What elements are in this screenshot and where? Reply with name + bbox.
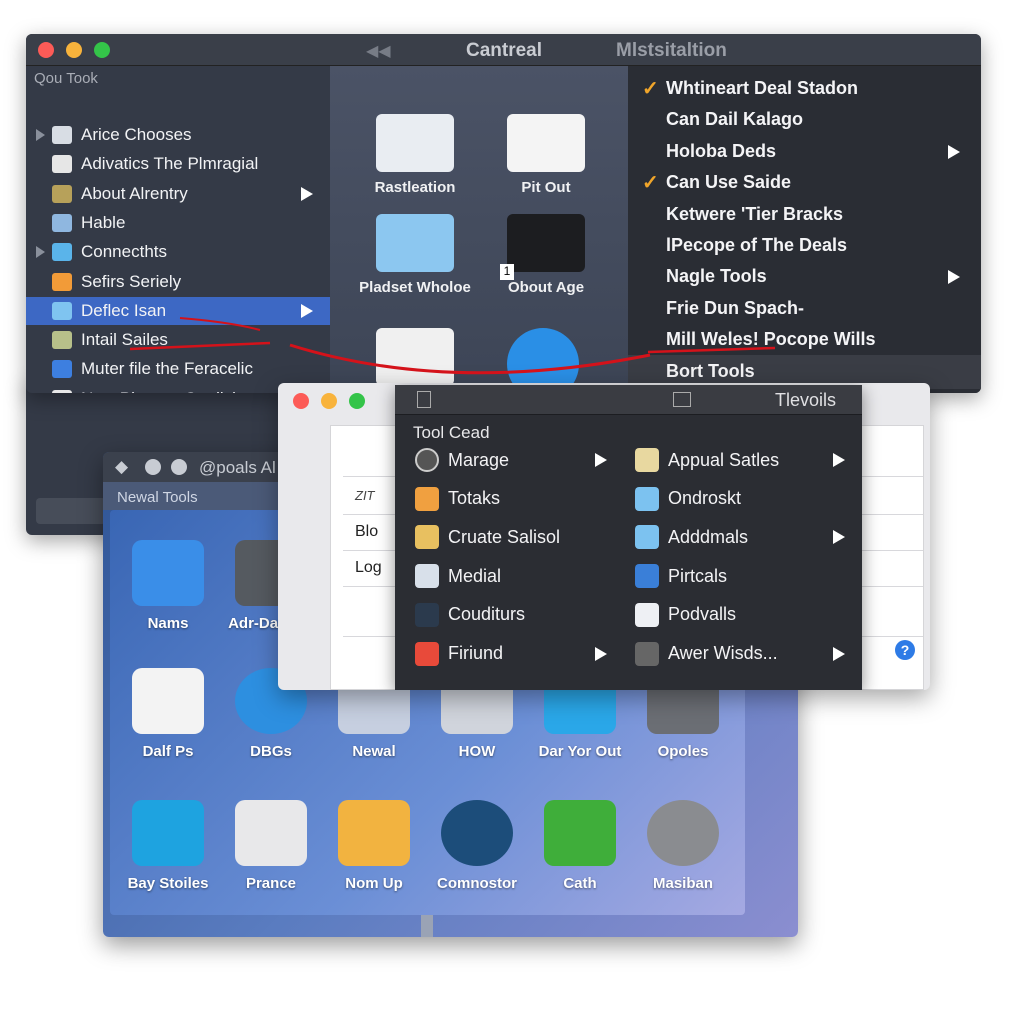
annotation-strokes: [129, 317, 776, 375]
